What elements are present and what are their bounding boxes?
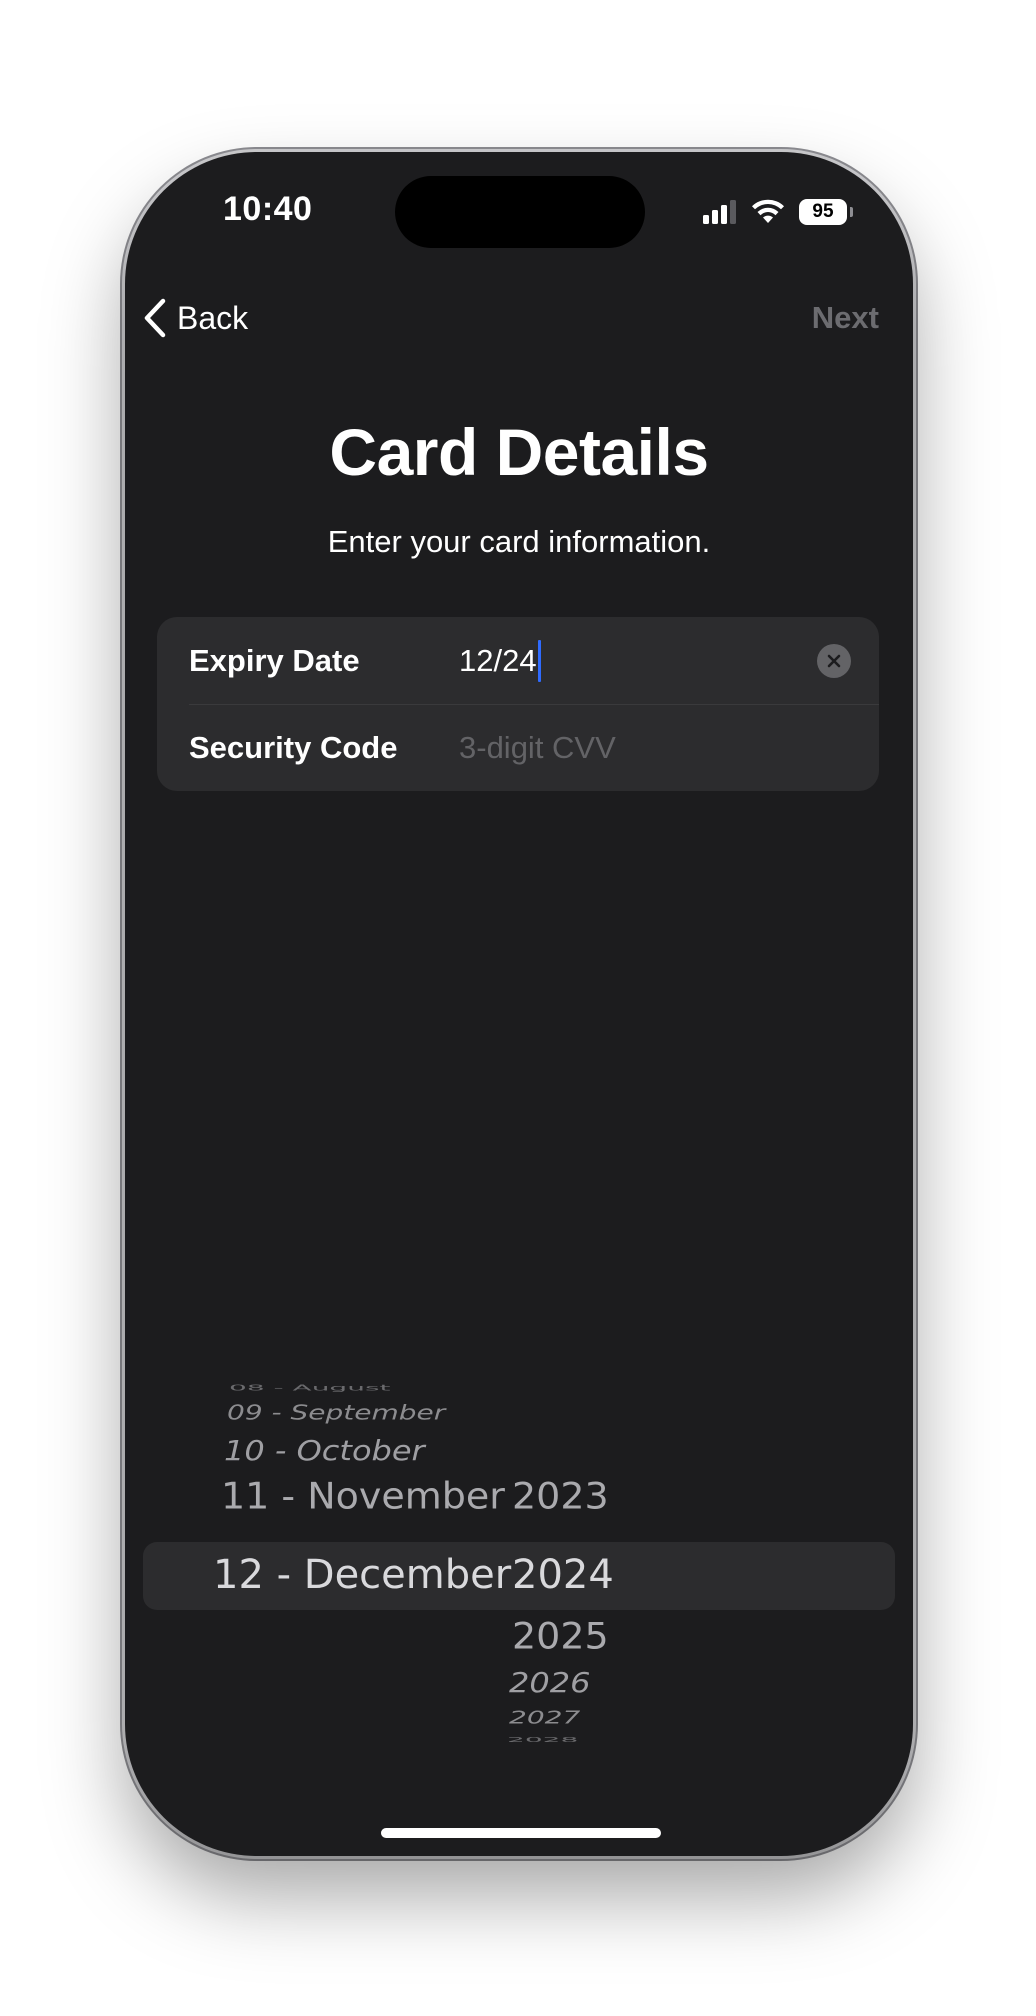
- expiry-date-label: Expiry Date: [189, 642, 360, 678]
- picker-year-item[interactable]: 2023: [512, 1478, 609, 1514]
- card-details-form: Expiry Date 12/24 Security Code 3-digit …: [157, 617, 879, 791]
- back-button[interactable]: Back: [143, 294, 248, 342]
- page-subtitle: Enter your card information.: [327, 524, 711, 559]
- picker-year-item[interactable]: 2026: [509, 1669, 590, 1697]
- picker-month-item[interactable]: 08 - August: [229, 1384, 391, 1392]
- picker-year-item[interactable]: 2028: [507, 1736, 578, 1743]
- clear-text-button[interactable]: [817, 643, 851, 678]
- dynamic-island: [395, 176, 645, 248]
- next-button[interactable]: Next: [812, 294, 879, 342]
- battery-level: 95: [812, 201, 834, 222]
- expiry-date-value: 12/24: [459, 642, 537, 678]
- expiry-date-row[interactable]: Expiry Date 12/24: [157, 617, 879, 704]
- picker-month-item[interactable]: 09 - September: [227, 1403, 445, 1423]
- chevron-left-icon: [144, 298, 166, 338]
- status-icons: 95: [703, 196, 853, 228]
- status-time: 10:40: [223, 190, 313, 228]
- expiry-date-field[interactable]: 12/24: [459, 639, 541, 682]
- text-cursor: [537, 639, 541, 682]
- picker-month-selected[interactable]: 12 - December: [213, 1555, 511, 1595]
- security-code-row[interactable]: Security Code 3-digit CVV: [157, 704, 879, 791]
- page-title: Card Details: [329, 415, 709, 489]
- next-button-label: Next: [811, 300, 879, 335]
- picker-year-item[interactable]: 2025: [512, 1618, 609, 1654]
- phone-screen: 10:40 95 Back Next Card Details Enter yo…: [125, 152, 913, 1856]
- security-code-field[interactable]: 3-digit CVV: [459, 730, 616, 766]
- picker-month-item[interactable]: 10 - October: [224, 1437, 425, 1465]
- clear-x-icon: [827, 654, 841, 667]
- cellular-signal-icon: [703, 200, 736, 224]
- wifi-icon: [752, 199, 784, 223]
- picker-year-item[interactable]: 2027: [509, 1709, 580, 1726]
- battery-icon: 95: [799, 199, 853, 225]
- screenshot-stage: 10:40 95 Back Next Card Details Enter yo…: [0, 0, 1036, 2016]
- security-code-label: Security Code: [189, 729, 398, 765]
- picker-year-selected[interactable]: 2024: [512, 1555, 614, 1595]
- picker-month-item[interactable]: 11 - November: [221, 1478, 505, 1514]
- back-button-label: Back: [177, 299, 249, 336]
- home-indicator[interactable]: [381, 1828, 661, 1838]
